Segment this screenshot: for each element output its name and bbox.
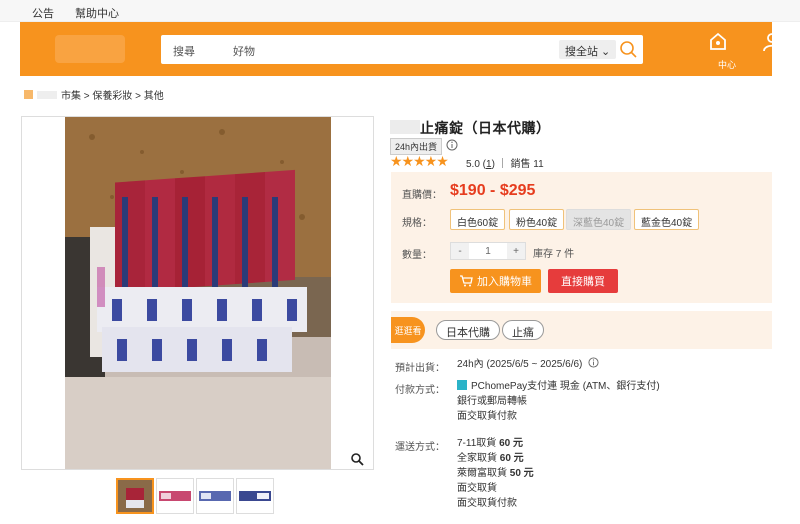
payment-methods: PChomePay支付連 現金 (ATM、銀行支付) 銀行或郵局轉帳 面交取貨付…	[457, 379, 660, 424]
search-input[interactable]: 搜尋	[173, 43, 195, 59]
payment-method-3: 面交取貨付款	[457, 411, 517, 422]
ship-info-icon[interactable]	[588, 357, 599, 368]
quantity-stepper: - 1 +	[450, 242, 526, 260]
cart-icon	[460, 275, 473, 287]
sales-label: 銷售	[510, 159, 531, 170]
tag-japan-proxy[interactable]: 日本代購	[436, 320, 500, 340]
site-header: 搜尋 好物 搜全站 ⌄ 中心	[20, 22, 781, 76]
ship-date-label: 預計出貨：	[395, 363, 445, 374]
tag-painkiller[interactable]: 止痛	[502, 320, 544, 340]
spec-label: 規格：	[402, 218, 432, 229]
product-title: 止痛錠（日本代購）	[420, 120, 551, 136]
add-to-cart-label: 加入購物車	[477, 276, 532, 288]
rating-summary: 5.0 (1) ｜ 銷售 11	[466, 159, 544, 170]
delivery-method: 萊爾富取貨 50 元	[457, 468, 534, 479]
search-icon[interactable]	[619, 40, 639, 60]
qty-plus-button[interactable]: +	[507, 243, 525, 259]
delivery-method: 面交取貨付款	[457, 498, 517, 509]
sales-count: 11	[533, 159, 544, 170]
thumbnail-3[interactable]	[196, 478, 234, 514]
help-center-link[interactable]: 幫助中心	[75, 5, 119, 21]
breadcrumb-path[interactable]: 市集 > 保養彩妝 > 其他	[61, 87, 164, 102]
review-count-link[interactable]: 1	[486, 159, 492, 170]
thumbnail-strip	[116, 478, 274, 514]
product-photo	[22, 117, 373, 469]
qty-label: 數量：	[402, 250, 432, 261]
shop-icon[interactable]	[708, 32, 728, 52]
ship-date-value: 24h內 (2025/6/5 ~ 2025/6/6)	[457, 357, 599, 372]
product-image[interactable]	[21, 116, 374, 470]
stock-text: 庫存 7 件	[533, 249, 575, 260]
thumbnail-2[interactable]	[156, 478, 194, 514]
payment-label: 付款方式：	[395, 385, 445, 396]
purchase-panel: 直購價： $190 - $295 規格： 白色60錠 粉色40錠 深藍色40錠 …	[391, 172, 772, 303]
payment-method-2: 銀行或郵局轉帳	[457, 396, 527, 407]
search-scope-dropdown[interactable]: 搜全站 ⌄	[559, 40, 617, 59]
rating-value: 5.0	[466, 159, 480, 170]
spec-option-2[interactable]: 粉色40錠	[509, 209, 565, 230]
shop-center-label[interactable]: 中心	[718, 58, 736, 71]
spec-option-3: 深藍色40錠	[566, 209, 632, 230]
rating-stars: ★★★★★	[390, 153, 449, 169]
spec-option-1[interactable]: 白色60錠	[450, 209, 506, 230]
delivery-method: 面交取貨	[457, 483, 497, 494]
top-bar: 公告 幫助中心	[0, 0, 800, 22]
add-to-cart-button[interactable]: 加入購物車	[450, 269, 541, 293]
buy-now-button[interactable]: 直接購買	[548, 269, 618, 293]
delivery-method: 全家取貨 60 元	[457, 453, 524, 464]
thumbnail-4[interactable]	[236, 478, 274, 514]
price-label: 直購價：	[402, 190, 442, 201]
search-placeholder: 好物	[233, 46, 255, 58]
tag-bar-label: 逛逛看	[391, 317, 425, 343]
payment-method-1: PChomePay支付連 現金 (ATM、銀行支付)	[471, 381, 660, 392]
zoom-icon[interactable]	[350, 452, 364, 466]
site-logo[interactable]	[55, 35, 125, 63]
breadcrumb-blur	[37, 90, 57, 99]
thumbnail-1[interactable]	[116, 478, 154, 514]
info-icon[interactable]	[446, 139, 458, 151]
qty-input[interactable]: 1	[469, 243, 507, 259]
pchomepay-icon	[457, 380, 467, 390]
announcements-link[interactable]: 公告	[32, 5, 54, 21]
tag-bar: 逛逛看 日本代購 止痛	[391, 311, 772, 349]
delivery-methods: 7-11取貨 60 元 全家取貨 60 元 萊爾富取貨 50 元 面交取貨 面交…	[457, 436, 534, 511]
delivery-method: 7-11取貨 60 元	[457, 438, 523, 449]
spec-option-4[interactable]: 藍金色40錠	[634, 209, 700, 230]
user-icon[interactable]	[762, 32, 782, 52]
home-icon[interactable]	[24, 90, 33, 99]
qty-minus-button[interactable]: -	[451, 243, 469, 259]
price-value: $190 - $295	[450, 182, 536, 199]
title-blur	[390, 120, 420, 134]
breadcrumb: 市集 > 保養彩妝 > 其他	[24, 87, 164, 102]
delivery-label: 運送方式：	[395, 442, 445, 453]
search-bar[interactable]: 搜尋 好物 搜全站 ⌄	[161, 35, 643, 64]
